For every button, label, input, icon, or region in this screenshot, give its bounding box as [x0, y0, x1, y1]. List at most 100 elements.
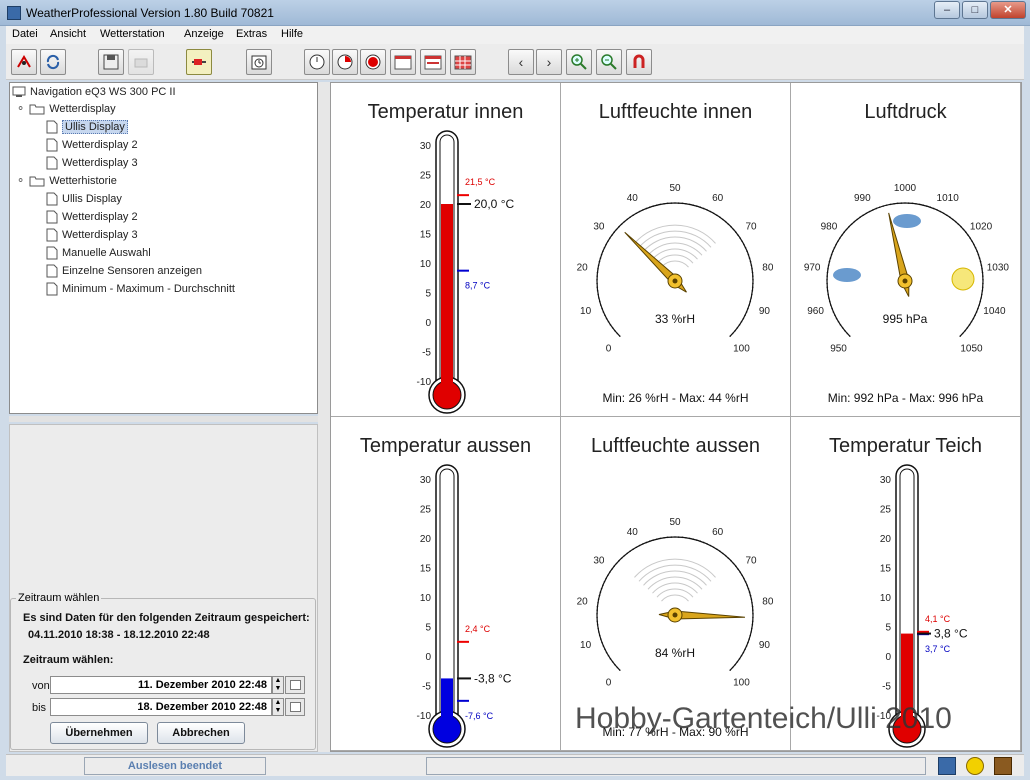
panel-luftfeuchte-innen: Luftfeuchte innen 0 10 20 30 40 50 60 70 80 90 100…: [561, 83, 791, 417]
gauge-tick-label: 50: [669, 517, 681, 528]
gauge-tick-label: 0: [606, 343, 612, 354]
calendar-month-button[interactable]: [450, 49, 476, 75]
thermometer-tick-label: 15: [420, 230, 432, 241]
gauge-drop-arc: [661, 594, 689, 602]
panel-collapse-strip[interactable]: [318, 82, 330, 752]
calendar-day-button[interactable]: [390, 49, 416, 75]
panel-luftfeuchte-aussen: Luftfeuchte aussen 0 10 20 30 40 50 60 70 80 90 10…: [561, 417, 791, 751]
tree-item-historie-wetterdisplay-2[interactable]: Wetterdisplay 2: [46, 209, 138, 225]
thermometer-tick-label: -10: [417, 711, 432, 722]
thermometer-tick-label: 0: [425, 318, 431, 329]
panel-temperatur-teich: Temperatur Teich 30 25 20 15 10 5 0 -5 -10 4,1 °C…: [791, 417, 1021, 751]
thermometer-min-label: 3,7 °C: [925, 644, 951, 654]
gauge-tick-label: 970: [804, 262, 821, 273]
thermometer-tick-label: 20: [420, 534, 432, 545]
tree-item-wetterdisplay-3[interactable]: Wetterdisplay 3: [46, 155, 138, 171]
panel-luftdruck: Luftdruck 950 960 970 980 990 1000 1010 1020 103…: [791, 83, 1021, 417]
station-icon[interactable]: [994, 757, 1012, 775]
thermometer-tick-label: 20: [880, 534, 892, 545]
app-icon: [7, 6, 21, 20]
connect-station-button[interactable]: [11, 49, 37, 75]
zeitraum-legend: Zeitraum wählen: [16, 592, 102, 604]
interval-2-button[interactable]: [332, 49, 358, 75]
gauge-tick-label: 80: [762, 596, 774, 607]
thermometer-tick-label: -5: [882, 682, 891, 693]
pin-button[interactable]: [186, 49, 212, 75]
menu-bar: Datei Ansicht Wetterstation Anzeige Extr…: [6, 26, 1024, 44]
menu-anzeige[interactable]: Anzeige: [184, 28, 224, 40]
menu-wetterstation[interactable]: Wetterstation: [100, 28, 165, 40]
menu-datei[interactable]: Datei: [12, 28, 38, 40]
document-icon: [46, 282, 58, 296]
bis-calendar-icon[interactable]: [285, 698, 305, 716]
tree-item-historie-wetterdisplay-3[interactable]: Wetterdisplay 3: [46, 227, 138, 243]
apply-button[interactable]: Übernehmen: [50, 722, 148, 744]
thermometer-tick-label: 10: [420, 593, 432, 604]
tree-group-wetterhistorie[interactable]: ⚬ Wetterhistorie: [16, 173, 117, 189]
bis-date-input[interactable]: 18. Dezember 2010 22:48: [50, 698, 272, 716]
von-date-input[interactable]: 11. Dezember 2010 22:48: [50, 676, 272, 694]
tree-item-ullis-display[interactable]: Ullis Display: [46, 119, 128, 135]
gauge-luftfeuchte-innen: 0 10 20 30 40 50 60 70 80 90 100 33 %rH: [577, 183, 774, 354]
split-divider[interactable]: [9, 416, 318, 422]
gauge-tick-label: 70: [745, 556, 757, 567]
gauge-value-label: 995 hPa: [883, 312, 928, 326]
thermometer-temperatur-aussen: 30 25 20 15 10 5 0 -5 -10 2,4 °C -7,6 °C -3,8 °C: [417, 464, 512, 748]
gauge-drop-arc: [656, 588, 694, 598]
rain-cloud-icon: [893, 214, 921, 228]
von-spinner[interactable]: ▲ ▼: [272, 676, 284, 694]
interval-3-button[interactable]: [360, 49, 386, 75]
gauge-tick-label: 100: [733, 677, 750, 688]
status-progress: [426, 757, 926, 775]
zeitraum-info: Es sind Daten für den folgenden Zeitraum…: [23, 612, 310, 624]
smiley-icon[interactable]: [966, 757, 984, 775]
clock-button[interactable]: [246, 49, 272, 75]
tree-group-wetterdisplay[interactable]: ⚬ Wetterdisplay: [16, 101, 116, 117]
weather-display-grid: Temperatur innen 30 25 20 15 10 5 0 -5 -10 21,5 °…: [330, 82, 1022, 752]
menu-hilfe[interactable]: Hilfe: [281, 28, 303, 40]
zoom-in-icon[interactable]: [566, 49, 592, 75]
forward-arrow-icon[interactable]: ›: [536, 49, 562, 75]
tree-item-einzelne-sensoren[interactable]: Einzelne Sensoren anzeigen: [46, 263, 202, 279]
gauge-tick-label: 10: [580, 640, 592, 651]
gauge-tick-label: 60: [712, 193, 724, 204]
tree-item-manuelle-auswahl[interactable]: Manuelle Auswahl: [46, 245, 151, 261]
tree-item-min-max-avg[interactable]: Minimum - Maximum - Durchschnitt: [46, 281, 235, 297]
reset-zoom-icon[interactable]: [626, 49, 652, 75]
refresh-button[interactable]: [40, 49, 66, 75]
gauge-tick-label: 40: [627, 193, 639, 204]
tree-item-wetterdisplay-2[interactable]: Wetterdisplay 2: [46, 137, 138, 153]
save-button[interactable]: [98, 49, 124, 75]
minmax-label: Min: 26 %rH - Max: 44 %rH: [602, 391, 749, 405]
gauge-hub-center: [672, 278, 678, 284]
von-calendar-icon[interactable]: [285, 676, 305, 694]
close-button[interactable]: ✕: [990, 1, 1026, 19]
gauge-tick-label: 30: [593, 556, 605, 567]
menu-ansicht[interactable]: Ansicht: [50, 28, 86, 40]
calendar-week-button[interactable]: [420, 49, 446, 75]
zeitraum-choose-label: Zeitraum wählen:: [23, 654, 114, 666]
gauge-tick-label: 1040: [983, 306, 1006, 317]
maximize-button[interactable]: □: [962, 1, 988, 19]
storm-cloud-icon: [833, 268, 861, 282]
gauge-tick-label: 1050: [960, 343, 983, 354]
gauge-tick-label: 90: [759, 640, 771, 651]
monitor-icon[interactable]: [938, 757, 956, 775]
gauge-tick-label: 1000: [894, 183, 917, 194]
cancel-button[interactable]: Abbrechen: [157, 722, 245, 744]
tree-item-historie-ullis-display[interactable]: Ullis Display: [46, 191, 122, 207]
zoom-out-icon[interactable]: [596, 49, 622, 75]
gauge-tick-label: 20: [577, 262, 589, 273]
tree-root[interactable]: Navigation eQ3 WS 300 PC II: [12, 84, 176, 100]
navigation-tree: Navigation eQ3 WS 300 PC II ⚬ Wetterdispl…: [9, 82, 318, 414]
thermometer-tick-label: 30: [420, 141, 432, 152]
thermometer-max-label: 4,1 °C: [925, 614, 951, 624]
menu-extras[interactable]: Extras: [236, 28, 267, 40]
gauge-tick-label: 960: [807, 306, 824, 317]
bis-spinner[interactable]: ▲ ▼: [272, 698, 284, 716]
interval-1-button[interactable]: [304, 49, 330, 75]
thermometer-tick-label: 15: [880, 564, 892, 575]
back-arrow-icon[interactable]: ‹: [508, 49, 534, 75]
print-button[interactable]: [128, 49, 154, 75]
minimize-button[interactable]: –: [934, 1, 960, 19]
